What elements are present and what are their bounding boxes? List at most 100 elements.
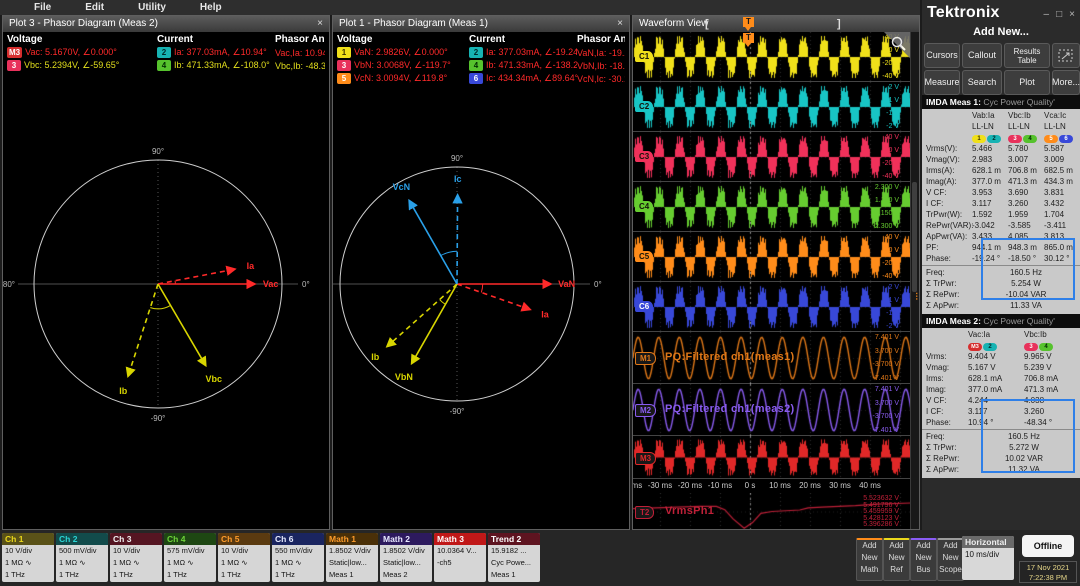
offline-button[interactable]: Offline — [1022, 535, 1074, 557]
menu-file[interactable]: File — [34, 2, 51, 13]
channel-flag-c4[interactable]: C4 — [635, 201, 654, 212]
button-measure[interactable]: Measure — [924, 70, 960, 95]
channel-badge-ch-6[interactable]: Ch 6 550 mV/div 1 MΩ ∿ 1 THz — [272, 533, 324, 582]
horizontal-title: Horizontal — [962, 536, 1014, 548]
channel-badge-math-2[interactable]: Math 2 1.8502 V/div Static|low... Meas 2 — [380, 533, 432, 582]
meas-value: 706.8 m — [1008, 166, 1037, 175]
add-new-bus-button[interactable]: Add New Bus — [910, 538, 937, 581]
waveform-slice-m1[interactable]: M1 PQ:Filtered ch1(meas1) 7.401 V 3.700 V -3… — [633, 332, 911, 384]
channel-badge-trend-2[interactable]: Trend 2 15.9182 ... Cyc Powe... Meas 1 — [488, 533, 540, 582]
waveform-titlebar[interactable]: Waveform View[] T — [633, 16, 919, 32]
waveform-slice-c3[interactable]: C3 40 V 20 V -20 V -40 V — [633, 132, 911, 182]
plot-titlebar[interactable]: Plot 1 - Phasor Diagram (Meas 1) × — [333, 16, 629, 32]
plot-title: Plot 1 - Phasor Diagram (Meas 1) — [339, 18, 488, 29]
zoom-bracket-left[interactable]: [ — [705, 16, 709, 32]
panel-splitter-handle[interactable]: ⁝ — [915, 290, 919, 303]
channel-badge-math-1[interactable]: Math 1 1.8502 V/div Static|low... Meas 1 — [326, 533, 378, 582]
maximize-icon[interactable]: □ — [1056, 9, 1062, 20]
meas-row: Irms(A): 628.1 m 706.8 m 682.5 m — [922, 165, 1080, 176]
button-more-[interactable]: More... — [1052, 70, 1080, 95]
horizontal-panel[interactable]: Horizontal 10 ms/div — [962, 536, 1014, 580]
channel-badge-line: 1 MΩ ∿ — [275, 558, 302, 567]
waveform-slice-c6[interactable]: C6 2 V 1 V -1 V -2 V — [633, 282, 911, 332]
channel-flag-c6[interactable]: C6 — [635, 301, 654, 312]
waveform-slice-m3[interactable]: M3 — [633, 436, 911, 479]
channel-flag-m1[interactable]: M1 — [635, 352, 657, 365]
add-new-math-button[interactable]: Add New Math — [856, 538, 883, 581]
minimize-icon[interactable]: – — [1044, 9, 1050, 20]
channel-flag-c1[interactable]: C1 — [635, 51, 654, 62]
meas-summary-row: Freq: 160.5 Hz — [922, 431, 1080, 442]
channel-badge-math-3[interactable]: Math 3 10.0364 V... -ch5 — [434, 533, 486, 582]
channel-flag-c2[interactable]: C2 — [635, 101, 654, 112]
waveform-trace-c2[interactable] — [633, 82, 911, 132]
time-tick-label: 40 ms — [859, 481, 881, 490]
trigger-marker-top[interactable]: T — [743, 17, 754, 31]
scrollbar-handle[interactable] — [912, 182, 917, 292]
menu-help[interactable]: Help — [200, 2, 222, 13]
channel-flag-m3[interactable]: M3 — [635, 451, 657, 465]
panel-waveform-view[interactable]: Waveform View[] T C1 40 V 20 V -20 V -40 V C2 2 … — [632, 15, 920, 530]
channel-badge-line: 1 MΩ ∿ — [167, 558, 194, 567]
waveform-trace-c1[interactable] — [633, 32, 911, 82]
trace-label-t2: VrmsPh1 — [665, 504, 715, 517]
waveform-slice-t2[interactable]: T2 VrmsPh1 5.523632 V 5.491796 V 5.459959 V5… — [633, 493, 911, 529]
channel-badge-ch-2[interactable]: Ch 2 500 mV/div 1 MΩ ∿ 1 THz — [56, 533, 108, 582]
channel-badge-line: 10 V/div — [113, 546, 141, 555]
waveform-trace-c6[interactable] — [633, 282, 911, 332]
button-search[interactable]: Search — [962, 70, 1002, 95]
meas-value: 1.959 — [1008, 210, 1029, 219]
trigger-marker[interactable]: T — [743, 33, 754, 47]
channel-flag-c5[interactable]: C5 — [635, 251, 654, 262]
button-cursors[interactable]: Cursors — [924, 43, 960, 68]
scale-label: 3.700 V — [874, 399, 899, 407]
zoom-box-button[interactable] — [1052, 43, 1080, 68]
waveform-slice-c4[interactable]: C4 2.300 V 1.150 V -1.150 V -2.300 V — [633, 182, 911, 232]
meas-row-label: TrPwr(W): — [926, 210, 963, 219]
menu-edit[interactable]: Edit — [85, 2, 104, 13]
channel-badge-header: Ch 5 — [218, 533, 270, 545]
legend-angle-cell: VcN,Ic: -30.118° — [577, 73, 625, 84]
meas-value: 628.1 m — [972, 166, 1001, 175]
channel-badge-ch-4[interactable]: Ch 4 575 mV/div 1 MΩ ∿ 1 THz — [164, 533, 216, 582]
button-callout[interactable]: Callout — [962, 43, 1002, 68]
waveform-slice-c5[interactable]: C5 40 V 20 V -20 V -40 V — [633, 232, 911, 282]
channel-badge-ch-3[interactable]: Ch 3 10 V/div 1 MΩ ∿ 1 THz — [110, 533, 162, 582]
waveform-trace-m3[interactable] — [633, 436, 911, 479]
meas-value: 4.244 — [968, 396, 989, 405]
waveform-slice-m2[interactable]: M2 PQ:Filtered ch1(meas2) 7.401 V 3.700 V -3… — [633, 384, 911, 436]
close-icon[interactable]: × — [317, 16, 323, 32]
add-new-ref-button[interactable]: Add New Ref — [883, 538, 910, 581]
waveform-trace-c5[interactable] — [633, 232, 911, 282]
zoom-bracket-right[interactable]: ] — [837, 16, 841, 32]
meas-summary-value: 5.254 W — [1011, 279, 1041, 288]
close-icon[interactable]: × — [1069, 9, 1075, 20]
meas-value: 5.167 V — [968, 363, 996, 372]
button-results-table[interactable]: Results Table — [1004, 43, 1050, 68]
waveform-trace-c3[interactable] — [633, 132, 911, 182]
meas-value: 865.0 m — [1044, 243, 1073, 252]
channel-badge-line: 1 THz — [59, 570, 79, 579]
channel-flag-t2[interactable]: T2 — [635, 505, 655, 519]
channel-badge-ch-1[interactable]: Ch 1 10 V/div 1 MΩ ∿ 1 THz — [2, 533, 54, 582]
legend-voltage-cell: 3 Vbc: 5.2394V, ∠-59.65° — [7, 60, 157, 71]
waveform-slice-c1[interactable]: C1 40 V 20 V -20 V -40 V — [633, 32, 911, 82]
channel-badge-ch-5[interactable]: Ch 5 10 V/div 1 MΩ ∿ 1 THz — [218, 533, 270, 582]
menu-utility[interactable]: Utility — [138, 2, 166, 13]
meas-row-label: I CF: — [926, 407, 944, 416]
button-plot[interactable]: Plot — [1004, 70, 1050, 95]
waveform-trace-c4[interactable] — [633, 182, 911, 232]
channel-flag-m2[interactable]: M2 — [635, 404, 657, 417]
zoom-tool-icon[interactable] — [884, 32, 910, 58]
waveform-scrollbar[interactable] — [910, 32, 919, 529]
scale-label: -40 V — [882, 273, 899, 280]
channel-flag-c3[interactable]: C3 — [635, 151, 654, 162]
plot-titlebar[interactable]: Plot 3 - Phasor Diagram (Meas 2) × — [3, 16, 329, 32]
waveform-slice-c2[interactable]: C2 2 V 1 V -1 V -2 V — [633, 82, 911, 132]
add-new-scope-button[interactable]: Add New Scope — [937, 538, 964, 581]
close-icon[interactable]: × — [617, 16, 623, 32]
meas-row-label: ApPwr(VA): — [926, 232, 968, 241]
phasor-diagram: 90°-90°0°±180°VaNIaVbNIbVcNIc — [333, 154, 602, 416]
meas-value: 944.1 m — [972, 243, 1001, 252]
channel-badge-line: Static|low... — [329, 558, 367, 567]
